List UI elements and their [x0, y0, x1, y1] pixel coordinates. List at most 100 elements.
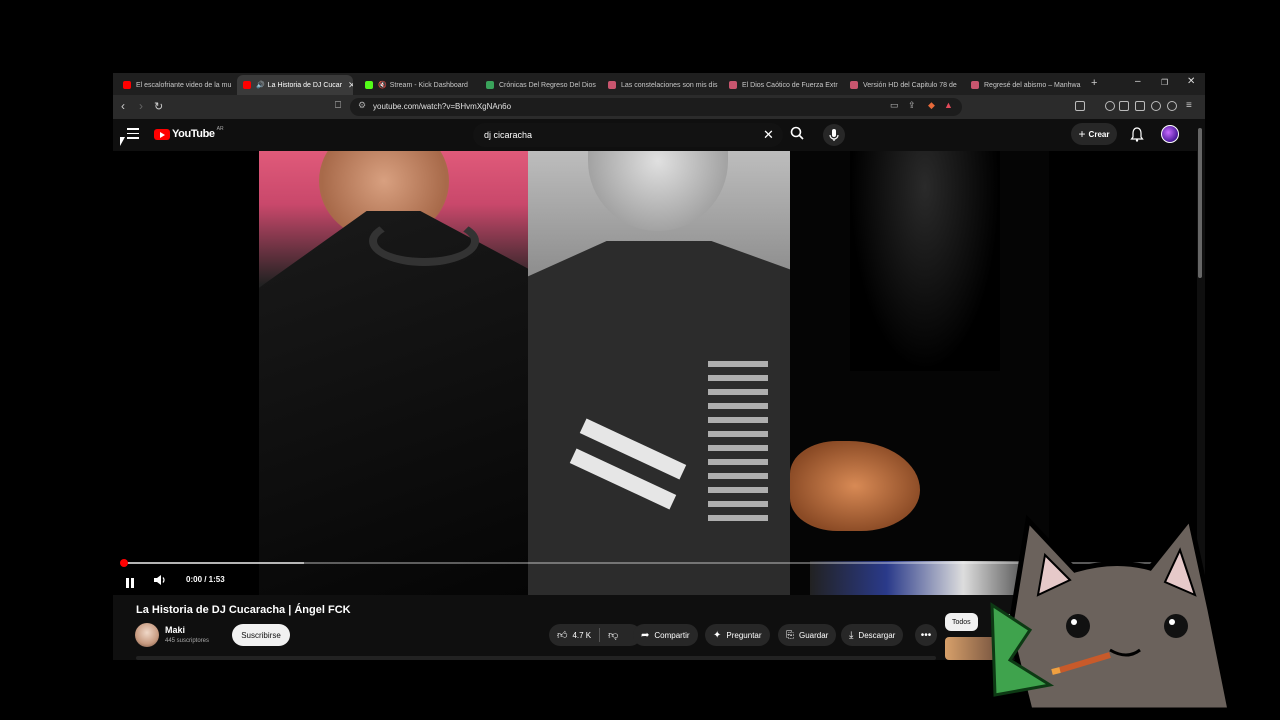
youtube-header: YouTube AR dj cicaracha ✕ + Crear: [113, 119, 1205, 151]
tab-label: Regresé del abismo – Manhwa: [984, 81, 1081, 89]
tab-label: Versión HD del Capitulo 78 de: [863, 81, 957, 89]
pause-button[interactable]: [126, 575, 136, 588]
bookmark-icon[interactable]: ⎕: [335, 100, 341, 111]
tab-5[interactable]: Las constelaciones son mis dis: [602, 75, 720, 95]
volume-icon[interactable]: [153, 574, 167, 586]
logo-text: YouTube: [172, 128, 215, 140]
vpn-icon[interactable]: [1167, 101, 1177, 111]
user-avatar[interactable]: [1161, 125, 1179, 143]
tab-6[interactable]: El Dios Caótico de Fuerza Extr: [723, 75, 841, 95]
cast-icon[interactable]: ▭: [890, 100, 899, 111]
youtube-play-icon: [154, 128, 170, 140]
tab-label: El escalofriante video de la mu: [136, 81, 232, 89]
site-favicon-icon: [729, 81, 737, 89]
video-title: La Historia de DJ Cucaracha | Ángel FCK: [136, 604, 351, 616]
search-input[interactable]: dj cicaracha ✕: [473, 123, 783, 147]
site-favicon-icon: [608, 81, 616, 89]
page-scrollbar[interactable]: [1198, 128, 1202, 278]
audio-playing-icon[interactable]: 🔊: [256, 81, 265, 89]
muted-icon[interactable]: 🔇: [378, 81, 387, 89]
share-button[interactable]: ➦ Compartir: [633, 624, 698, 646]
share-icon[interactable]: ⇪: [908, 100, 916, 111]
tab-bar: El escalofriante video de la mu 🔊 La His…: [113, 73, 1205, 95]
search-query: dj cicaracha: [484, 130, 533, 140]
like-button[interactable]: 👍︎ 4.7 K: [549, 624, 599, 646]
site-favicon-icon: [486, 81, 494, 89]
tab-label: Stream - Kick Dashboard: [389, 81, 468, 89]
site-favicon-icon: [850, 81, 858, 89]
rewards-icon[interactable]: ▲: [944, 100, 953, 110]
site-info-icon[interactable]: ⚙: [358, 100, 366, 111]
more-actions-button[interactable]: •••: [915, 624, 937, 646]
leo-ai-icon[interactable]: [1151, 101, 1161, 111]
kick-favicon-icon: [365, 81, 373, 89]
thumbs-up-icon: 👍︎: [557, 630, 568, 641]
hamburger-menu-icon[interactable]: [127, 128, 139, 142]
menu-icon[interactable]: ≡: [1186, 100, 1192, 111]
save-label: Guardar: [799, 630, 829, 640]
close-tab-icon[interactable]: ✕: [348, 80, 353, 91]
site-favicon-icon: [971, 81, 979, 89]
like-dislike-group: 👍︎ 4.7 K 👎︎: [549, 624, 641, 646]
save-button[interactable]: ⎘ Guardar: [778, 624, 837, 646]
plus-icon: +: [1078, 127, 1086, 141]
new-tab-button[interactable]: +: [1091, 77, 1097, 89]
create-button[interactable]: + Crear: [1071, 123, 1117, 145]
mouse-cursor-icon: [120, 137, 125, 146]
bookmark-save-icon: ⎘: [786, 629, 794, 641]
clear-search-icon[interactable]: ✕: [763, 127, 774, 143]
wallet-icon[interactable]: [1135, 101, 1145, 111]
url-text: youtube.com/watch?v=BHvmXgNAn6o: [373, 102, 512, 111]
tab-label: El Dios Caótico de Fuerza Extr: [742, 81, 838, 89]
voice-search-button[interactable]: [823, 124, 845, 146]
close-window-button[interactable]: ✕: [1187, 76, 1195, 87]
forward-button[interactable]: ›: [139, 99, 143, 113]
tab-4[interactable]: Crónicas Del Regreso Del Dios: [480, 75, 598, 95]
share-label: Compartir: [654, 630, 690, 640]
thumbs-down-icon: 👎︎: [608, 630, 619, 641]
download-button[interactable]: ⤓ Descargar: [841, 624, 904, 646]
description-box-edge: [136, 656, 936, 660]
notifications-bell-icon[interactable]: [1130, 127, 1144, 142]
tab-8[interactable]: Regresé del abismo – Manhwa: [965, 75, 1083, 95]
more-dots-icon: •••: [920, 629, 932, 641]
sparkle-icon: ✦: [713, 629, 722, 641]
microphone-icon: [829, 129, 839, 141]
back-button[interactable]: ‹: [121, 99, 125, 113]
minimize-button[interactable]: –: [1135, 76, 1141, 87]
buffered-bar: [123, 562, 304, 564]
share-arrow-icon: ➦: [641, 629, 650, 641]
tab-label: Las constelaciones son mis dis: [621, 81, 718, 89]
extension-icon[interactable]: [1075, 101, 1085, 111]
country-code: AR: [216, 126, 224, 132]
youtube-favicon-icon: [123, 81, 131, 89]
reload-icon[interactable]: ↻: [154, 100, 163, 113]
sidebar-icon[interactable]: [1119, 101, 1129, 111]
subscribe-button[interactable]: Suscribirse: [232, 624, 290, 646]
youtube-logo[interactable]: YouTube AR: [154, 126, 224, 140]
channel-name[interactable]: Maki: [165, 625, 185, 635]
toolbar: ‹ › ↻ ⎕ ⚙ youtube.com/watch?v=BHvmXgNAn6…: [113, 95, 1205, 119]
chip-all[interactable]: Todos: [945, 613, 978, 631]
subscriber-count: 445 suscriptores: [165, 638, 210, 644]
search-icon[interactable]: [789, 125, 805, 141]
dislike-button[interactable]: 👎︎: [600, 624, 626, 646]
video-frame: [259, 151, 1049, 595]
youtube-favicon-icon: [243, 81, 251, 89]
media-icon[interactable]: [1105, 101, 1115, 111]
tab-1[interactable]: El escalofriante video de la mu: [117, 75, 235, 95]
tab-2-active[interactable]: 🔊 La Historia de DJ Cucar ✕: [237, 75, 353, 95]
tab-3[interactable]: 🔇 Stream - Kick Dashboard: [359, 75, 477, 95]
channel-avatar[interactable]: [135, 623, 159, 647]
tab-7[interactable]: Versión HD del Capitulo 78 de: [844, 75, 962, 95]
download-label: Descargar: [858, 630, 896, 640]
tab-label: Crónicas Del Regreso Del Dios: [499, 81, 596, 89]
restore-button[interactable]: ❐: [1161, 78, 1168, 87]
video-panel-left: [259, 151, 528, 595]
ask-label: Preguntar: [726, 630, 762, 640]
address-bar[interactable]: ⚙ youtube.com/watch?v=BHvmXgNAn6o ▭ ⇪ ◆ …: [350, 98, 962, 116]
tab-label: La Historia de DJ Cucar: [267, 81, 343, 89]
scrubber-handle[interactable]: [120, 559, 128, 567]
brave-shield-icon[interactable]: ◆: [928, 100, 935, 111]
ask-button[interactable]: ✦ Preguntar: [705, 624, 770, 646]
